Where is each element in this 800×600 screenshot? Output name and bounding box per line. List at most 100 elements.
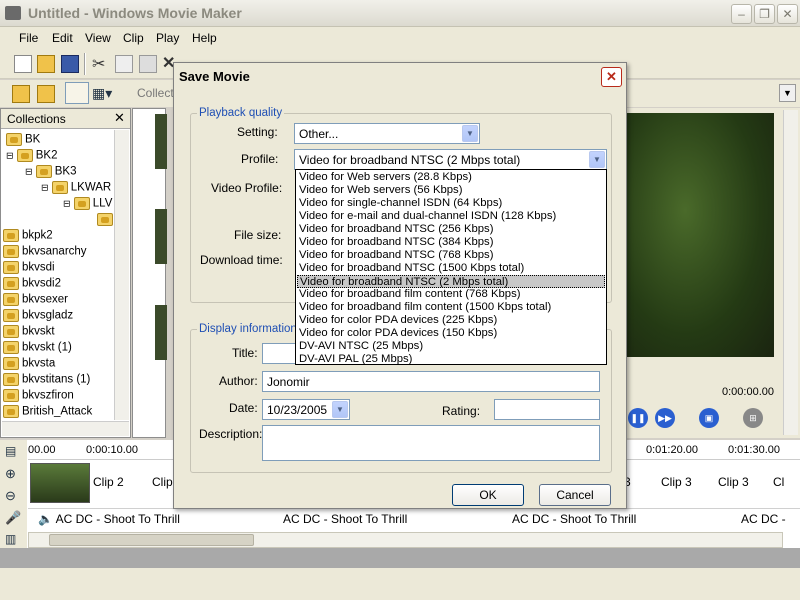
- copy-icon[interactable]: [115, 55, 133, 73]
- author-field[interactable]: Jonomir: [262, 371, 600, 392]
- audio-clip[interactable]: AC DC - Shoot To Thrill: [512, 512, 636, 526]
- tree-item[interactable]: bkvsta: [3, 357, 55, 373]
- tree-item[interactable]: British_Attack: [3, 405, 92, 421]
- minimize-button[interactable]: –: [731, 4, 752, 24]
- profile-option[interactable]: DV-AVI NTSC (25 Mbps): [297, 340, 605, 353]
- tree-item[interactable]: ⊟ BK3: [25, 165, 77, 181]
- timeline-hscroll[interactable]: [28, 532, 783, 548]
- profile-option[interactable]: Video for Web servers (56 Kbps): [297, 184, 605, 197]
- clip-label[interactable]: Clip: [152, 475, 173, 489]
- folder-icon: [3, 277, 19, 290]
- menu-clip[interactable]: Clip: [123, 31, 144, 45]
- tree-item[interactable]: bkvskt: [3, 325, 55, 341]
- tree-item[interactable]: bkvstitans (1): [3, 373, 90, 389]
- preview-vscroll[interactable]: [783, 110, 798, 435]
- clip-thumbnail[interactable]: [155, 305, 167, 360]
- scroll-thumb[interactable]: [49, 534, 254, 546]
- new-collection-icon[interactable]: [37, 85, 55, 103]
- tree-item[interactable]: bkvszfiron: [3, 389, 74, 405]
- rating-label: Rating:: [442, 404, 481, 418]
- tree-item[interactable]: bkvsdi2: [3, 277, 61, 293]
- collections-hscroll[interactable]: [2, 421, 129, 436]
- profile-option[interactable]: Video for e-mail and dual-channel ISDN (…: [297, 210, 605, 223]
- title-field[interactable]: [262, 343, 298, 364]
- collections-vscroll[interactable]: [114, 130, 129, 420]
- clip-thumbnail[interactable]: [155, 114, 167, 169]
- open-project-icon[interactable]: [37, 55, 55, 73]
- audio-clip[interactable]: AC DC -: [741, 512, 786, 526]
- profile-option[interactable]: Video for broadband film content (768 Kb…: [297, 288, 605, 301]
- profile-option[interactable]: Video for broadband NTSC (256 Kbps): [297, 223, 605, 236]
- cut-icon[interactable]: ✂: [92, 54, 105, 74]
- profile-value: Video for broadband NTSC (2 Mbps total): [299, 153, 521, 167]
- description-field[interactable]: [262, 425, 600, 461]
- menu-view[interactable]: View: [85, 31, 111, 45]
- clip-label[interactable]: Cl: [773, 475, 784, 489]
- clip-label[interactable]: Clip 3: [718, 475, 749, 489]
- new-project-icon[interactable]: [14, 55, 32, 73]
- collections-pane-button[interactable]: [65, 82, 89, 104]
- profile-option[interactable]: Video for broadband NTSC (768 Kbps): [297, 249, 605, 262]
- zoom-out-icon[interactable]: ⊖: [5, 488, 16, 504]
- menu-edit[interactable]: Edit: [52, 31, 73, 45]
- close-button[interactable]: ✕: [777, 4, 798, 24]
- tree-item[interactable]: bkpk2: [3, 229, 53, 245]
- narrate-icon[interactable]: 🎤: [5, 510, 21, 526]
- ok-button[interactable]: OK: [452, 484, 524, 506]
- profile-option[interactable]: Video for broadband NTSC (1500 Kbps tota…: [297, 262, 605, 275]
- chevron-down-icon[interactable]: ▼: [589, 151, 605, 168]
- paste-icon[interactable]: [139, 55, 157, 73]
- chevron-down-icon[interactable]: ▼: [332, 401, 348, 418]
- views-icon[interactable]: ▦▾: [92, 85, 112, 102]
- clip-thumbnail[interactable]: [155, 209, 167, 264]
- dialog-close-button[interactable]: ✕: [601, 67, 622, 87]
- chevron-down-icon[interactable]: ▼: [462, 125, 478, 142]
- tree-item[interactable]: ⊟ BK2: [6, 149, 58, 165]
- profile-option-selected[interactable]: Video for broadband NTSC (2 Mbps total): [297, 275, 605, 288]
- profile-option[interactable]: Video for broadband film content (1500 K…: [297, 301, 605, 314]
- tree-item[interactable]: bkvsgladz: [3, 309, 73, 325]
- rating-field[interactable]: [494, 399, 600, 420]
- tree-item[interactable]: BK: [6, 133, 40, 149]
- app-icon: [5, 6, 21, 20]
- date-picker[interactable]: 10/23/2005 ▼: [262, 399, 350, 420]
- clip-label[interactable]: Clip 3: [661, 475, 692, 489]
- timeline-scroll-icon[interactable]: ▥: [5, 532, 16, 546]
- profile-option[interactable]: Video for broadband NTSC (384 Kbps): [297, 236, 605, 249]
- folder-icon: [3, 373, 19, 386]
- clip-thumbnail[interactable]: [30, 463, 90, 503]
- profile-option[interactable]: Video for color PDA devices (150 Kbps): [297, 327, 605, 340]
- zoom-in-icon[interactable]: ⊕: [5, 466, 16, 482]
- maximize-button[interactable]: ❐: [754, 4, 775, 24]
- folder-icon: [16, 149, 33, 162]
- profile-option[interactable]: DV-AVI PAL (25 Mbps): [297, 353, 605, 366]
- profile-option[interactable]: Video for color PDA devices (225 Kbps): [297, 314, 605, 327]
- fullscreen-icon[interactable]: ▣: [699, 408, 719, 428]
- tree-item[interactable]: ⊟ LKWAR: [41, 181, 111, 197]
- setting-dropdown[interactable]: Other... ▼: [294, 123, 480, 144]
- tree-item[interactable]: bkvsexer: [3, 293, 68, 309]
- tree-item[interactable]: bkvsanarchy: [3, 245, 87, 261]
- menu-play[interactable]: Play: [156, 31, 179, 45]
- window-title: Untitled - Windows Movie Maker: [28, 5, 242, 21]
- tree-item[interactable]: bkvsdi: [3, 261, 55, 277]
- clip-label[interactable]: Clip 2: [93, 475, 124, 489]
- menu-help[interactable]: Help: [192, 31, 217, 45]
- collections-dropdown-arrow[interactable]: ▼: [779, 84, 796, 102]
- save-project-icon[interactable]: [61, 55, 79, 73]
- cancel-button[interactable]: Cancel: [539, 484, 611, 506]
- audio-clip[interactable]: 🔈 AC DC - Shoot To Thrill: [38, 512, 180, 526]
- menu-file[interactable]: File: [19, 31, 38, 45]
- profile-option[interactable]: Video for Web servers (28.8 Kbps): [297, 171, 605, 184]
- storyboard-icon[interactable]: ▤: [5, 444, 16, 458]
- tree-item[interactable]: ⊟ LLV: [63, 197, 112, 213]
- split-clip-icon[interactable]: ⊞: [743, 408, 763, 428]
- audio-clip[interactable]: AC DC - Shoot To Thrill: [283, 512, 407, 526]
- tree-item[interactable]: bkvskt (1): [3, 341, 72, 357]
- pause-icon[interactable]: ❚❚: [628, 408, 648, 428]
- profile-dropdown[interactable]: Video for broadband NTSC (2 Mbps total) …: [294, 149, 607, 170]
- close-pane-icon[interactable]: ✕: [114, 110, 125, 126]
- next-frame-icon[interactable]: ▶▶: [655, 408, 675, 428]
- up-folder-icon[interactable]: [12, 85, 30, 103]
- profile-option[interactable]: Video for single-channel ISDN (64 Kbps): [297, 197, 605, 210]
